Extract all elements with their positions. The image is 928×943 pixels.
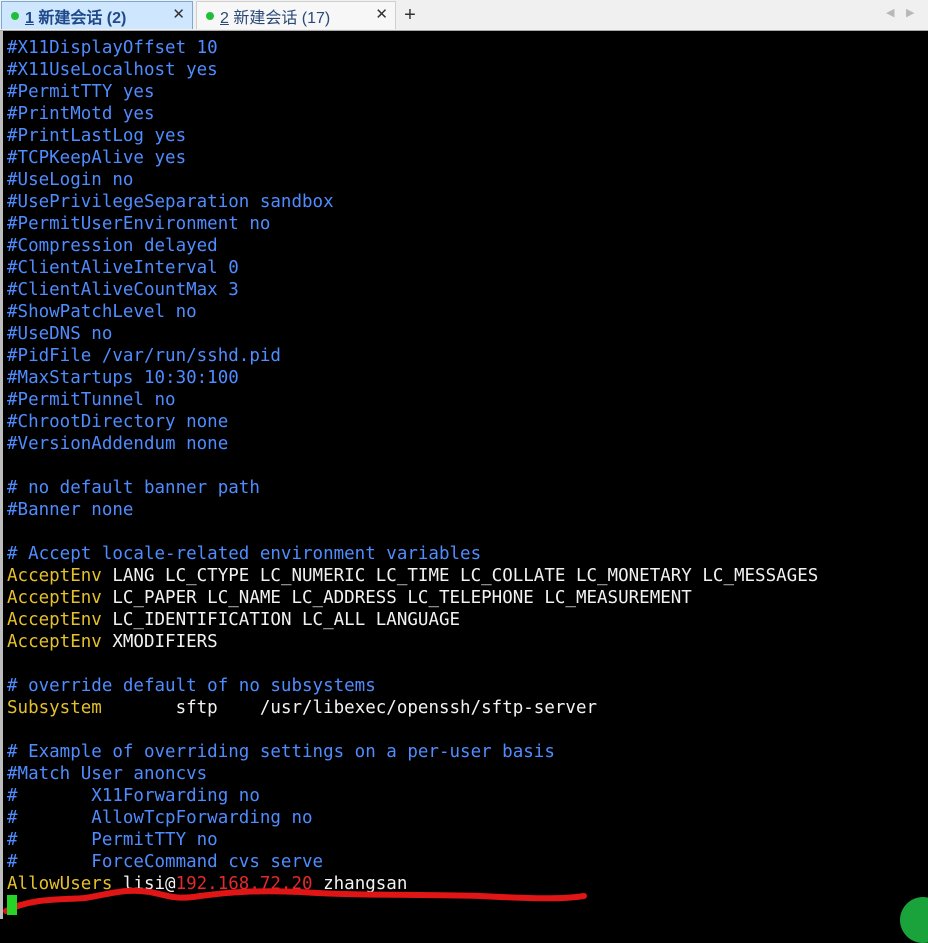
terminal-output[interactable]: #X11DisplayOffset 10 #X11UseLocalhost yes… (7, 37, 925, 895)
terminal-text: #UseLogin no (7, 170, 134, 190)
new-tab-button[interactable]: + (399, 4, 421, 26)
terminal-text: # PermitTTY no (7, 830, 218, 850)
terminal-line: #Banner none (7, 499, 925, 521)
terminal-line: # X11Forwarding no (7, 785, 925, 807)
terminal-line: # Example of overriding settings on a pe… (7, 741, 925, 763)
terminal-line: # AllowTcpForwarding no (7, 807, 925, 829)
terminal-text: # no default banner path (7, 478, 260, 498)
terminal-text: #PrintLastLog yes (7, 126, 187, 146)
terminal-text: #PermitUserEnvironment no (7, 214, 271, 234)
terminal-text: sftp /usr/libexec/openssh/sftp-server (101, 698, 598, 718)
tab-scroll-left-icon[interactable]: ◀ (886, 6, 894, 19)
terminal-text: LC_PAPER LC_NAME LC_ADDRESS LC_TELEPHONE… (101, 588, 692, 608)
close-tab-icon[interactable]: ✕ (375, 5, 388, 25)
terminal-line: #PermitTunnel no (7, 389, 925, 411)
connected-status-icon (11, 11, 19, 20)
terminal-line: #PidFile /var/run/sshd.pid (7, 345, 925, 367)
terminal-line: # override default of no subsystems (7, 675, 925, 697)
terminal-line: Subsystem sftp /usr/libexec/openssh/sftp… (7, 697, 925, 719)
terminal-line: # no default banner path (7, 477, 925, 499)
terminal-line: #MaxStartups 10:30:100 (7, 367, 925, 389)
terminal-line: #X11UseLocalhost yes (7, 59, 925, 81)
terminal-line: # Accept locale-related environment vari… (7, 543, 925, 565)
terminal-text: AcceptEnv (7, 566, 102, 586)
tab-session-1[interactable]: 1 新建会话 (2) ✕ (1, 1, 193, 29)
terminal-line: #ClientAliveCountMax 3 (7, 279, 925, 301)
terminal-line: #X11DisplayOffset 10 (7, 37, 925, 59)
terminal-text: #Compression delayed (7, 236, 218, 256)
terminal-text: # X11Forwarding no (7, 786, 260, 806)
terminal-line: #ShowPatchLevel no (7, 301, 925, 323)
terminal-line: #VersionAddendum none (7, 433, 925, 455)
terminal-text: # ForceCommand cvs serve (7, 852, 324, 872)
terminal-line: #PrintLastLog yes (7, 125, 925, 147)
terminal-text: # AllowTcpForwarding no (7, 808, 313, 828)
terminal-text: #VersionAddendum none (7, 434, 229, 454)
tab-label: 2 新建会话 (17) (220, 9, 331, 27)
terminal-text: #UseDNS no (7, 324, 113, 344)
terminal-line: # ForceCommand cvs serve (7, 851, 925, 873)
terminal-text: #PermitTunnel no (7, 390, 176, 410)
terminal-text: # Accept locale-related environment vari… (7, 544, 482, 564)
terminal-text: AcceptEnv (7, 588, 102, 608)
terminal-line: AcceptEnv LC_PAPER LC_NAME LC_ADDRESS LC… (7, 587, 925, 609)
tab-session-2[interactable]: 2 新建会话 (17) ✕ (196, 1, 396, 29)
close-tab-icon[interactable]: ✕ (172, 5, 185, 25)
terminal-text: # Example of overriding settings on a pe… (7, 742, 555, 762)
terminal-text: #UsePrivilegeSeparation sandbox (7, 192, 334, 212)
red-annotation-scribble (3, 887, 587, 914)
terminal-text: LC_IDENTIFICATION LC_ALL LANGUAGE (101, 610, 461, 630)
terminal-line: #Match User anoncvs (7, 763, 925, 785)
terminal-text: XMODIFIERS (101, 632, 218, 652)
terminal-text: #X11UseLocalhost yes (7, 60, 218, 80)
terminal-line: #Compression delayed (7, 235, 925, 257)
terminal-text: # override default of no subsystems (7, 676, 376, 696)
tab-bar: 1 新建会话 (2) ✕ 2 新建会话 (17) ✕ + ◀ ▶ (0, 0, 928, 31)
terminal-line: #PermitTTY yes (7, 81, 925, 103)
terminal-text: #MaxStartups 10:30:100 (7, 368, 239, 388)
connected-status-icon (206, 11, 214, 20)
terminal-text: #X11DisplayOffset 10 (7, 38, 218, 58)
terminal-text: #TCPKeepAlive yes (7, 148, 187, 168)
terminal-text: #ClientAliveCountMax 3 (7, 280, 239, 300)
terminal-text: #ChrootDirectory none (7, 412, 229, 432)
terminal-text: AcceptEnv (7, 610, 102, 630)
terminal-text: #Match User anoncvs (7, 764, 208, 784)
terminal-line: # PermitTTY no (7, 829, 925, 851)
terminal-text: LANG LC_CTYPE LC_NUMERIC LC_TIME LC_COLL… (101, 566, 819, 586)
terminal-line: #PrintMotd yes (7, 103, 925, 125)
terminal-line: #TCPKeepAlive yes (7, 147, 925, 169)
terminal-line: AcceptEnv LANG LC_CTYPE LC_NUMERIC LC_TI… (7, 565, 925, 587)
terminal-line: AcceptEnv XMODIFIERS (7, 631, 925, 653)
tab-label: 1 新建会话 (2) (25, 9, 127, 27)
terminal-line: #UseDNS no (7, 323, 925, 345)
terminal-text: #ShowPatchLevel no (7, 302, 197, 322)
terminal-line: #ClientAliveInterval 0 (7, 257, 925, 279)
terminal-left-border (0, 31, 3, 919)
terminal-text: #PrintMotd yes (7, 104, 155, 124)
tab-scroll-right-icon[interactable]: ▶ (906, 6, 914, 19)
terminal-text: Subsystem (7, 698, 102, 718)
terminal-line: #PermitUserEnvironment no (7, 213, 925, 235)
terminal-text: #PermitTTY yes (7, 82, 155, 102)
terminal-line: #UseLogin no (7, 169, 925, 191)
terminal-text: AcceptEnv (7, 632, 102, 652)
terminal-line: #ChrootDirectory none (7, 411, 925, 433)
terminal-text: #ClientAliveInterval 0 (7, 258, 239, 278)
floating-button[interactable] (900, 897, 928, 943)
terminal-line: #UsePrivilegeSeparation sandbox (7, 191, 925, 213)
terminal-cursor (7, 895, 17, 915)
terminal-text: #Banner none (7, 500, 134, 520)
terminal-text: #PidFile /var/run/sshd.pid (7, 346, 281, 366)
terminal-line: AcceptEnv LC_IDENTIFICATION LC_ALL LANGU… (7, 609, 925, 631)
